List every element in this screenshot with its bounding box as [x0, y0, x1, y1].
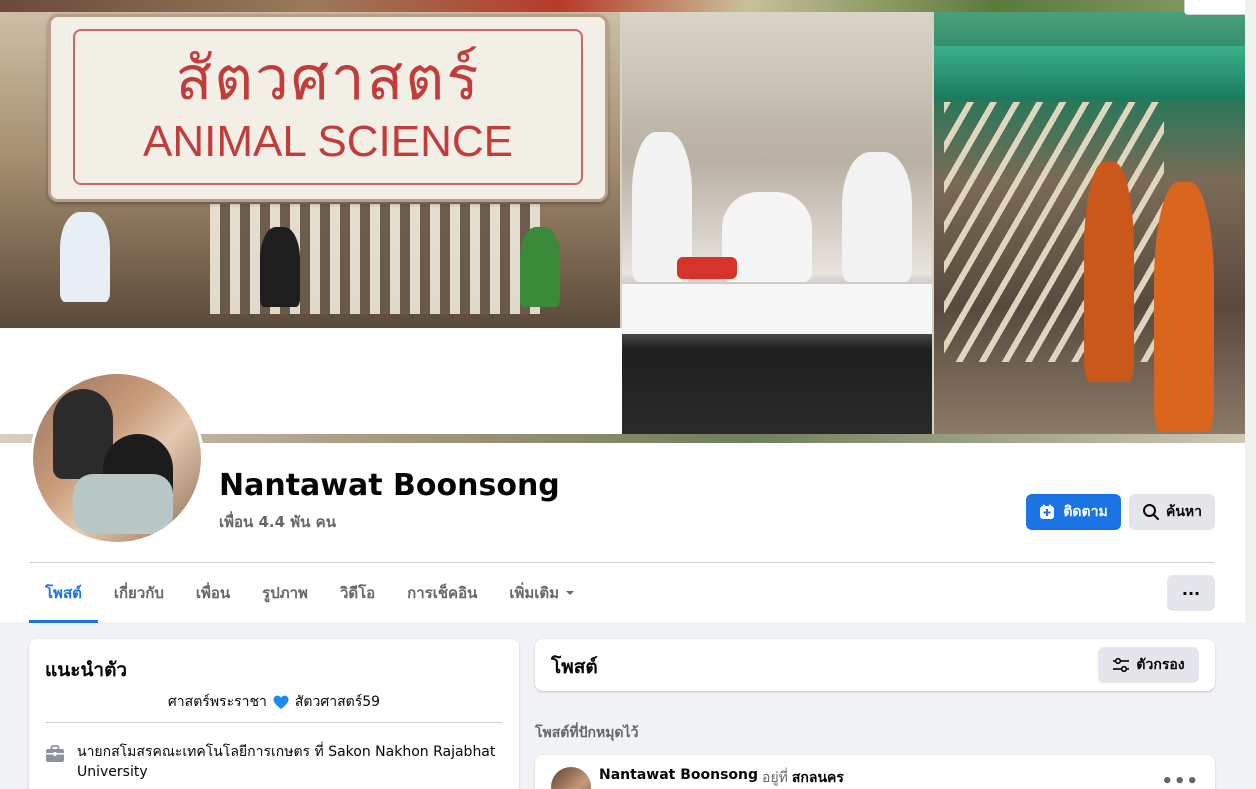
animal-science-sign: สัตวศาสตร์ ANIMAL SCIENCE — [48, 14, 608, 202]
profile-name: Nantawat Boonsong — [219, 468, 560, 503]
scrollbar[interactable] — [1245, 0, 1256, 622]
tab-label: การเช็คอิน — [407, 584, 478, 602]
tab-about[interactable]: เกี่ยวกับ — [98, 563, 180, 623]
caret-down-icon — [566, 591, 575, 595]
search-button[interactable]: ค้นหา — [1129, 494, 1215, 530]
intro-card: แนะนำตัว ศาสตร์พระราชา สัตวศาสตร์59 นายก… — [29, 639, 519, 789]
profile-tabs: โพสต์ เกี่ยวกับ เพื่อน รูปภาพ วิดีโอ การ… — [29, 563, 591, 623]
pinned-posts-label: โพสต์ที่ปักหมุดไว้ — [535, 725, 639, 741]
sign-english-text: ANIMAL SCIENCE — [142, 117, 513, 166]
more-dots-icon: ··· — [1181, 583, 1201, 603]
cover-photo-left: สัตวศาสตร์ ANIMAL SCIENCE — [0, 12, 620, 328]
student-figure — [842, 152, 912, 282]
tab-label: โพสต์ — [45, 584, 82, 602]
cover-photo-right — [934, 12, 1245, 434]
person-figure — [60, 212, 110, 302]
bio-text-left: ศาสตร์พระราชา — [167, 694, 267, 710]
tab-posts[interactable]: โพสต์ — [29, 563, 98, 623]
cover-top-strip — [0, 0, 1245, 12]
post-author-avatar[interactable] — [551, 767, 591, 789]
avatar-object — [73, 474, 173, 534]
tab-label: เพิ่มเติม — [509, 584, 560, 602]
bio-text-right: สัตวศาสตร์59 — [294, 694, 381, 710]
tab-videos[interactable]: วิดีโอ — [324, 563, 391, 623]
red-pot — [677, 257, 737, 279]
post-header: Nantawat Boonsong อยู่ที่ สกลนคร — [599, 767, 844, 789]
pinned-post: Nantawat Boonsong อยู่ที่ สกลนคร ••• — [535, 755, 1215, 789]
cover-photo-middle — [622, 12, 932, 434]
student-figure — [1154, 182, 1214, 432]
avatar-image — [33, 374, 201, 542]
filter-button[interactable]: ตัวกรอง — [1098, 647, 1199, 683]
tab-friends[interactable]: เพื่อน — [180, 563, 246, 623]
demo-table — [622, 284, 932, 334]
more-options-button[interactable]: ··· — [1167, 575, 1215, 611]
tab-label: เกี่ยวกับ — [113, 584, 164, 602]
person-figure — [260, 227, 300, 307]
sign-thai-text: สัตวศาสตร์ — [175, 44, 481, 114]
follow-icon — [1040, 504, 1055, 519]
tab-label: วิดีโอ — [339, 584, 376, 602]
tab-checkins[interactable]: การเช็คอิน — [391, 563, 493, 623]
intro-divider — [45, 722, 503, 723]
post-more-options-button[interactable]: ••• — [1161, 771, 1199, 789]
briefcase-icon — [46, 745, 64, 762]
tab-photos[interactable]: รูปภาพ — [246, 563, 324, 623]
green-awning — [934, 46, 1245, 100]
follow-button[interactable]: ติดตาม — [1026, 494, 1121, 530]
tab-label: เพื่อน — [195, 584, 231, 602]
search-label: ค้นหา — [1165, 504, 1203, 520]
work-text: นายกสโมสรคณะเทคโนโลยีการเกษตร ที่ Sakon … — [77, 744, 496, 780]
tab-more[interactable]: เพิ่มเติม — [493, 563, 591, 623]
filter-label: ตัวกรอง — [1136, 657, 1185, 673]
tab-label: รูปภาพ — [262, 584, 308, 602]
student-figure — [1084, 162, 1134, 382]
search-icon — [1142, 504, 1159, 520]
post-location[interactable]: สกลนคร — [792, 767, 844, 789]
intro-title: แนะนำตัว — [45, 659, 128, 681]
follow-label: ติดตาม — [1063, 504, 1108, 520]
cover-photo[interactable]: สัตวศาสตร์ ANIMAL SCIENCE — [0, 0, 1245, 443]
friends-count[interactable]: เพื่อน 4.4 พัน คน — [219, 510, 336, 534]
posts-title: โพสต์ — [551, 656, 598, 678]
person-figure — [520, 227, 560, 307]
profile-avatar[interactable] — [30, 371, 204, 545]
work-info: นายกสโมสรคณะเทคโนโลยีการเกษตร ที่ Sakon … — [45, 742, 505, 782]
post-at-text: อยู่ที่ — [762, 770, 788, 786]
intro-bio: ศาสตร์พระราชา สัตวศาสตร์59 — [29, 691, 519, 713]
blue-heart-icon — [273, 695, 289, 709]
sliders-icon — [1113, 657, 1130, 673]
posts-header-card: โพสต์ ตัวกรอง — [535, 639, 1215, 691]
post-author-name[interactable]: Nantawat Boonsong — [599, 767, 758, 789]
